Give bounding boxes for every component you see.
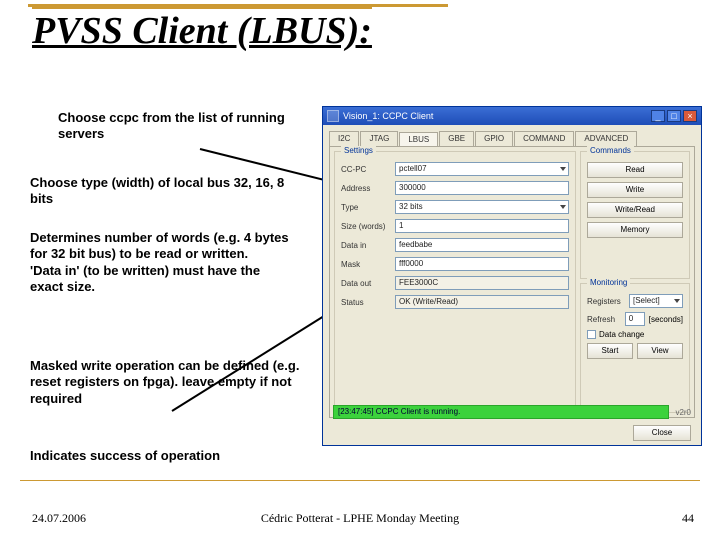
tab-command[interactable]: COMMAND xyxy=(514,131,574,146)
start-button[interactable]: Start xyxy=(587,343,633,359)
status-bar: [23:47:45] CCPC Client is running. xyxy=(333,405,669,419)
write-button[interactable]: Write xyxy=(587,182,683,198)
footer-center: Cédric Potterat - LPHE Monday Meeting xyxy=(0,511,720,526)
minimize-button[interactable]: _ xyxy=(651,110,665,122)
close-window-button[interactable]: × xyxy=(683,110,697,122)
registers-select[interactable]: [Select] xyxy=(629,294,683,308)
bullet-type: Choose type (width) of local bus 32, 16,… xyxy=(30,175,290,208)
monitoring-group: Monitoring Registers[Select] Refresh0[se… xyxy=(580,283,690,413)
app-icon xyxy=(327,110,339,122)
tab-jtag[interactable]: JTAG xyxy=(360,131,398,146)
close-button[interactable]: Close xyxy=(633,425,691,441)
maximize-button[interactable]: □ xyxy=(667,110,681,122)
view-button[interactable]: View xyxy=(637,343,683,359)
ccpc-select[interactable]: pctell07 xyxy=(395,162,569,176)
ccpc-label: CC-PC xyxy=(341,165,391,174)
slide-title: PVSS Client (LBUS): xyxy=(32,6,372,53)
bullet-size: Determines number of words (e.g. 4 bytes… xyxy=(30,230,295,295)
address-label: Address xyxy=(341,184,391,193)
datain-label: Data in xyxy=(341,241,391,250)
settings-legend: Settings xyxy=(341,146,376,155)
mask-label: Mask xyxy=(341,260,391,269)
dataout-output: FEE3000C xyxy=(395,276,569,290)
window-title: Vision_1: CCPC Client xyxy=(343,111,433,121)
app-window: Vision_1: CCPC Client _ □ × I2C JTAG LBU… xyxy=(322,106,702,446)
tab-i2c[interactable]: I2C xyxy=(329,131,359,146)
status-output: OK (Write/Read) xyxy=(395,295,569,309)
mask-input[interactable]: fff0000 xyxy=(395,257,569,271)
size-input[interactable]: 1 xyxy=(395,219,569,233)
tab-lbus[interactable]: LBUS xyxy=(399,132,438,147)
datachange-checkbox[interactable] xyxy=(587,330,596,339)
monitoring-legend: Monitoring xyxy=(587,278,630,287)
footer-page-number: 44 xyxy=(682,511,694,526)
tab-gpio[interactable]: GPIO xyxy=(475,131,513,146)
bullet-ccpc: Choose ccpc from the list of running ser… xyxy=(58,110,288,143)
footer-rule xyxy=(20,480,700,481)
settings-group: Settings CC-PCpctell07 Address300000 Typ… xyxy=(334,151,576,413)
read-button[interactable]: Read xyxy=(587,162,683,178)
bullet-status: Indicates success of operation xyxy=(30,448,320,464)
refresh-input[interactable]: 0 xyxy=(625,312,645,326)
refresh-label: Refresh xyxy=(587,315,621,324)
commands-legend: Commands xyxy=(587,146,634,155)
type-select[interactable]: 32 bits xyxy=(395,200,569,214)
version-label: v2r0 xyxy=(675,408,691,417)
datain-input[interactable]: feedbabe xyxy=(395,238,569,252)
tab-advanced[interactable]: ADVANCED xyxy=(575,131,637,146)
type-label: Type xyxy=(341,203,391,212)
status-label: Status xyxy=(341,298,391,307)
tab-gbe[interactable]: GBE xyxy=(439,131,474,146)
commands-group: Commands Read Write Write/Read Memory xyxy=(580,151,690,279)
writeread-button[interactable]: Write/Read xyxy=(587,202,683,218)
dataout-label: Data out xyxy=(341,279,391,288)
refresh-unit: [seconds] xyxy=(649,315,683,324)
tab-bar: I2C JTAG LBUS GBE GPIO COMMAND ADVANCED xyxy=(323,125,701,146)
address-input[interactable]: 300000 xyxy=(395,181,569,195)
size-label: Size (words) xyxy=(341,222,391,231)
bullet-mask: Masked write operation can be defined (e… xyxy=(30,358,300,407)
registers-label: Registers xyxy=(587,297,625,306)
datachange-label: Data change xyxy=(599,330,644,339)
memory-button[interactable]: Memory xyxy=(587,222,683,238)
window-titlebar: Vision_1: CCPC Client _ □ × xyxy=(323,107,701,125)
